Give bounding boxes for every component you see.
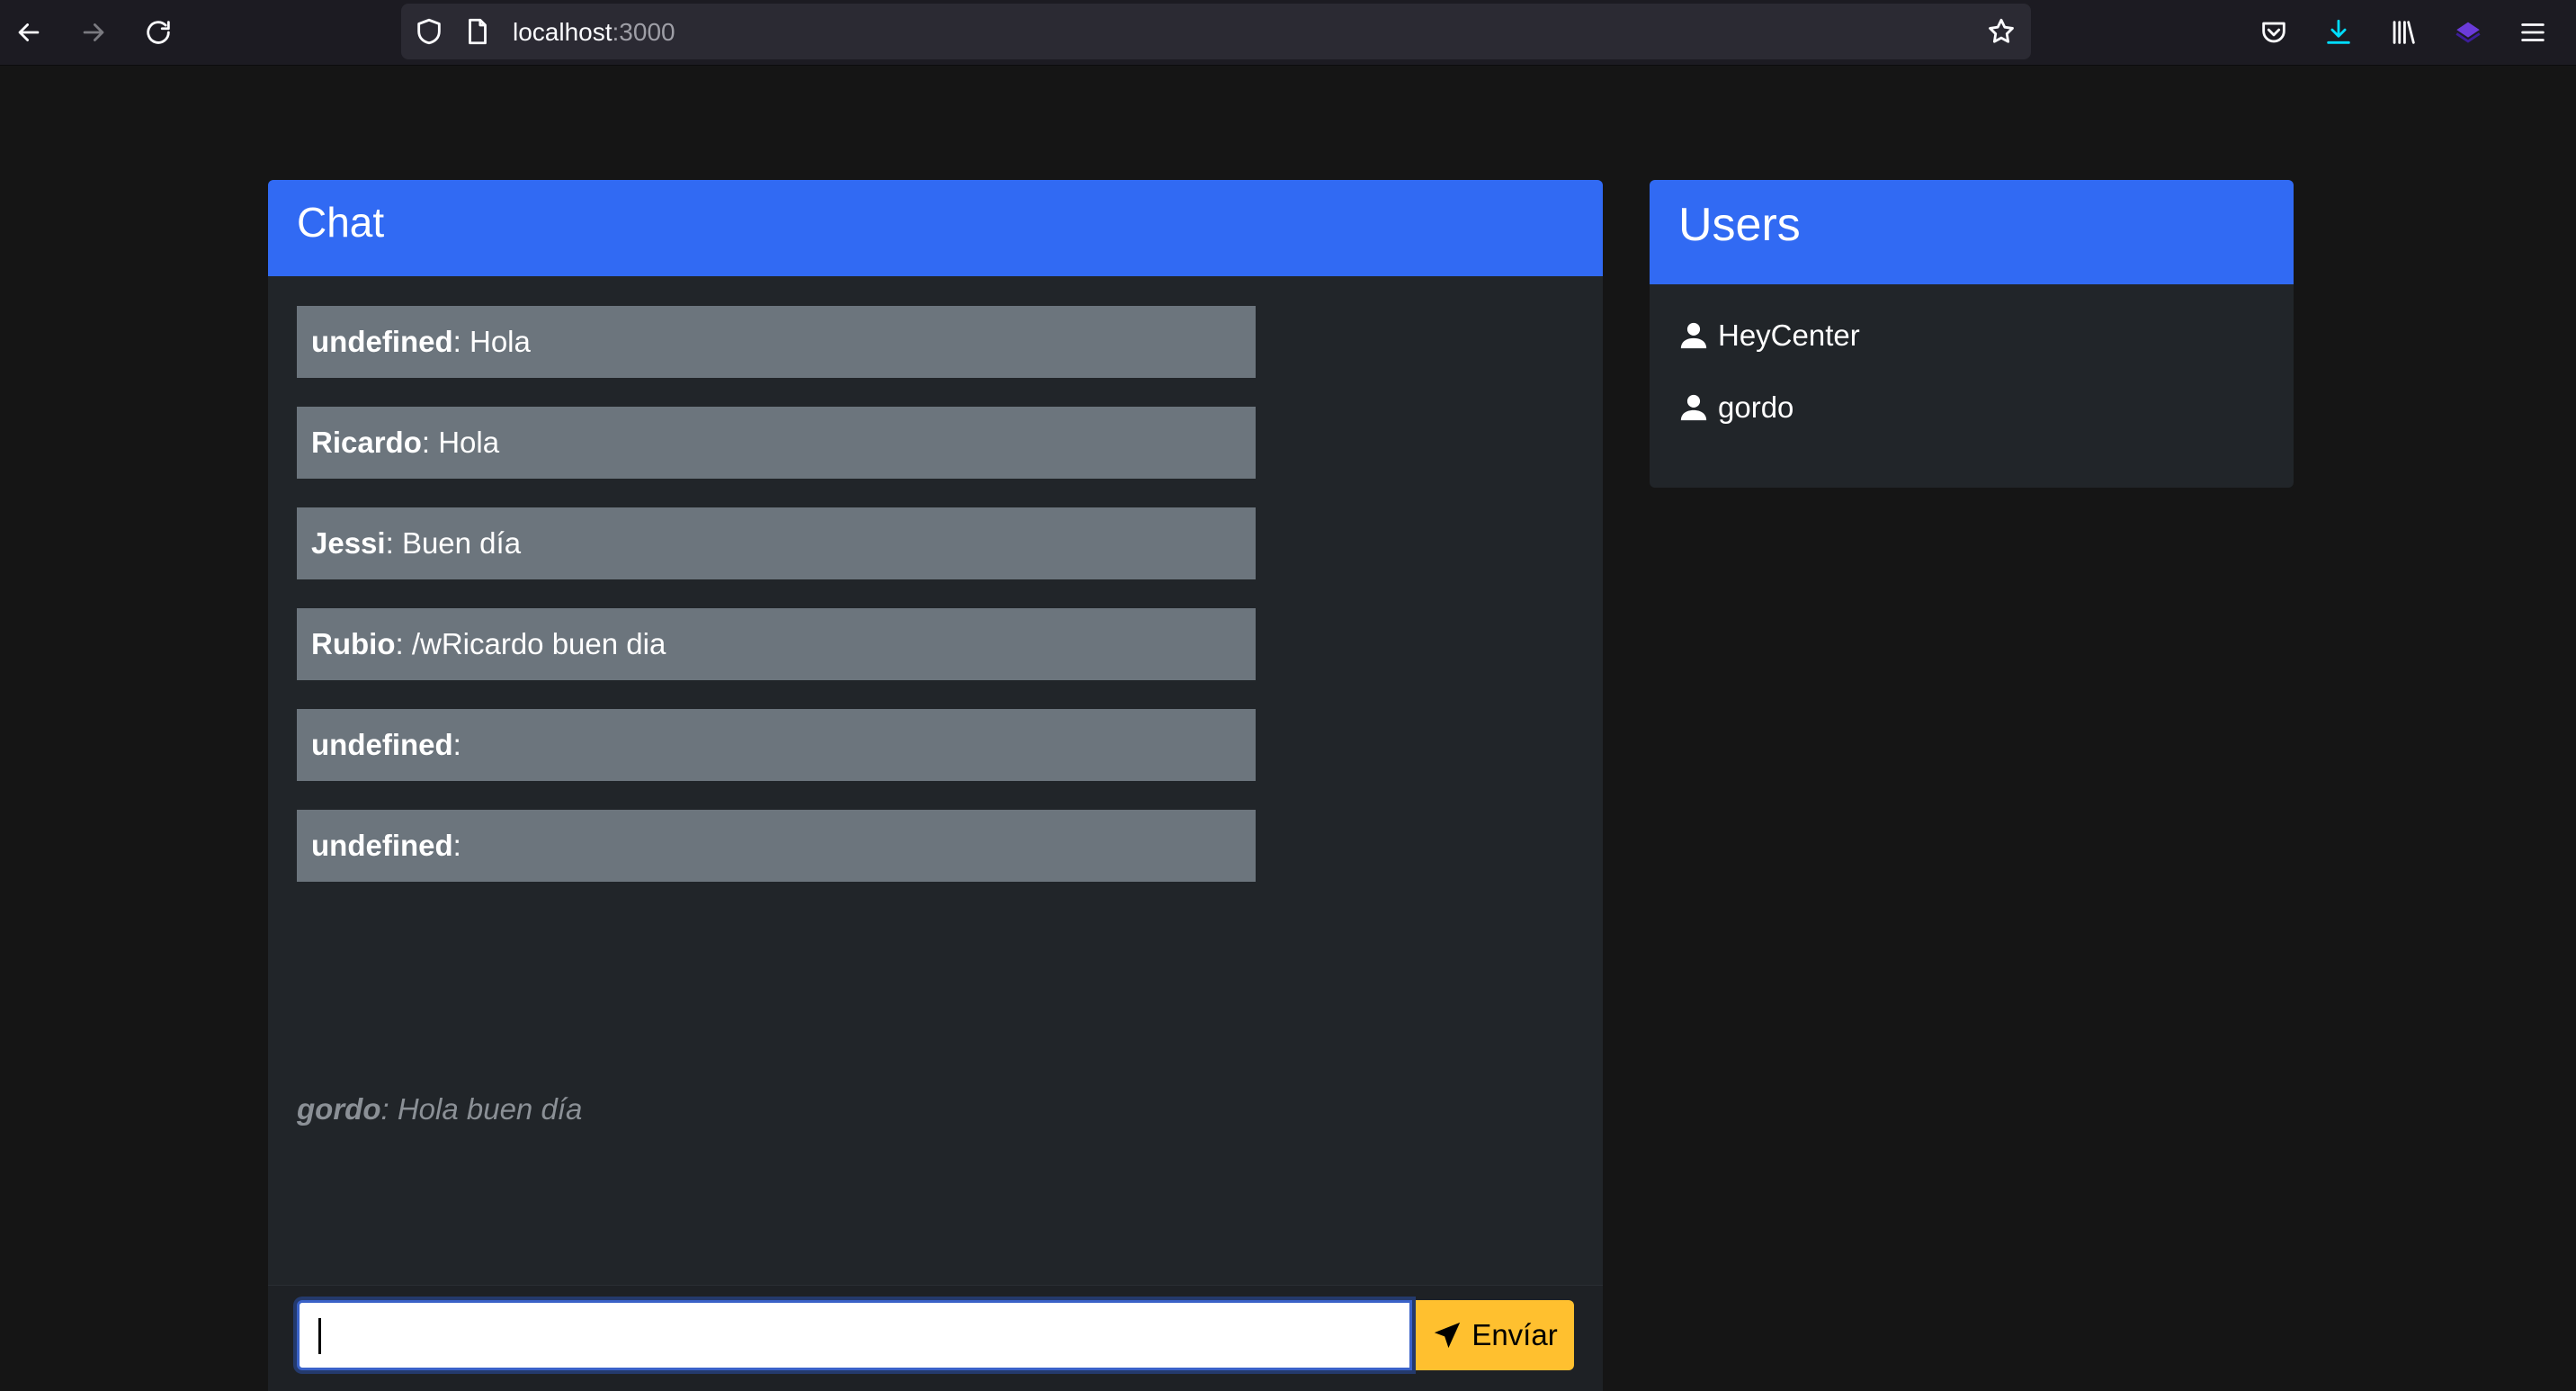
message-user: undefined	[311, 325, 453, 358]
reload-icon	[147, 21, 170, 44]
chat-message: undefined:	[297, 810, 1256, 882]
typing-text: : Hola buen día	[380, 1092, 583, 1126]
url-text[interactable]: localhost:3000	[513, 18, 675, 47]
user-icon	[1680, 394, 1707, 421]
send-button[interactable]: Envíar	[1416, 1300, 1574, 1370]
bookmark-star-icon[interactable]	[1986, 16, 2017, 47]
library-icon	[2393, 21, 2415, 44]
message-text: Hola	[470, 325, 531, 358]
chat-message: Jessi: Buen día	[297, 507, 1256, 579]
message-list: undefined: Hola Ricardo: Hola Jessi: Bue…	[297, 306, 1256, 911]
message-user: Rubio	[311, 627, 396, 660]
chat-footer: Envíar	[268, 1285, 1603, 1391]
chat-card: Chat undefined: Hola Ricardo: Hola Jessi…	[268, 180, 1603, 1391]
extension-icon	[2455, 22, 2481, 43]
user-list: HeyCenter gordo	[1650, 284, 2294, 428]
reload-button[interactable]	[137, 11, 180, 54]
downloads-button[interactable]	[2317, 11, 2360, 54]
pocket-icon	[2262, 22, 2285, 43]
send-button-label: Envíar	[1471, 1318, 1558, 1351]
menu-button[interactable]	[2511, 11, 2554, 54]
url-host: localhost	[513, 18, 613, 46]
user-list-item: gordo	[1678, 387, 2265, 428]
message-separator: :	[395, 627, 412, 660]
send-paper-plane-icon	[1435, 1322, 1461, 1349]
message-separator: :	[452, 728, 461, 761]
forward-arrow-icon	[83, 23, 104, 41]
users-header: Users	[1650, 180, 2294, 284]
message-user: Jessi	[311, 526, 386, 560]
typing-indicator: gordo: Hola buen día	[297, 1092, 582, 1126]
message-input[interactable]	[297, 1300, 1412, 1370]
users-card: Users HeyCenter gordo	[1650, 180, 2294, 488]
hamburger-menu-icon	[2521, 23, 2545, 41]
chat-message: Rubio: /wRicardo buen dia	[297, 608, 1256, 680]
chat-header: Chat	[268, 180, 1603, 276]
message-text: /wRicardo buen dia	[411, 627, 666, 660]
message-user: undefined	[311, 728, 453, 761]
message-user: Ricardo	[311, 426, 422, 459]
user-icon	[1680, 322, 1707, 349]
url-port: :3000	[612, 18, 675, 46]
download-icon	[2327, 19, 2350, 44]
user-name: gordo	[1718, 390, 1794, 424]
typing-user: gordo	[297, 1092, 381, 1126]
chat-title: Chat	[297, 199, 385, 246]
message-text: Buen día	[401, 526, 522, 560]
forward-button[interactable]	[72, 11, 115, 54]
back-arrow-icon	[18, 23, 40, 41]
page-icon[interactable]	[462, 16, 493, 47]
message-separator: :	[452, 325, 470, 358]
extension-button[interactable]	[2446, 11, 2490, 54]
chat-message: undefined:	[297, 709, 1256, 781]
browser-toolbar: localhost:3000	[0, 0, 2576, 66]
message-separator: :	[421, 426, 439, 459]
text-caret	[318, 1318, 321, 1354]
users-title: Users	[1678, 199, 1801, 251]
message-user: undefined	[311, 829, 453, 862]
back-button[interactable]	[7, 11, 50, 54]
shield-icon[interactable]	[414, 16, 444, 47]
user-name: HeyCenter	[1718, 319, 1860, 352]
user-list-item: HeyCenter	[1678, 315, 2265, 356]
chat-message: undefined: Hola	[297, 306, 1256, 378]
chat-message: Ricardo: Hola	[297, 407, 1256, 479]
library-button[interactable]	[2382, 11, 2425, 54]
url-bar[interactable]: localhost:3000	[401, 4, 2031, 59]
pocket-button[interactable]	[2252, 11, 2295, 54]
message-separator: :	[385, 526, 402, 560]
message-separator: :	[452, 829, 461, 862]
message-text: Hola	[438, 426, 500, 459]
